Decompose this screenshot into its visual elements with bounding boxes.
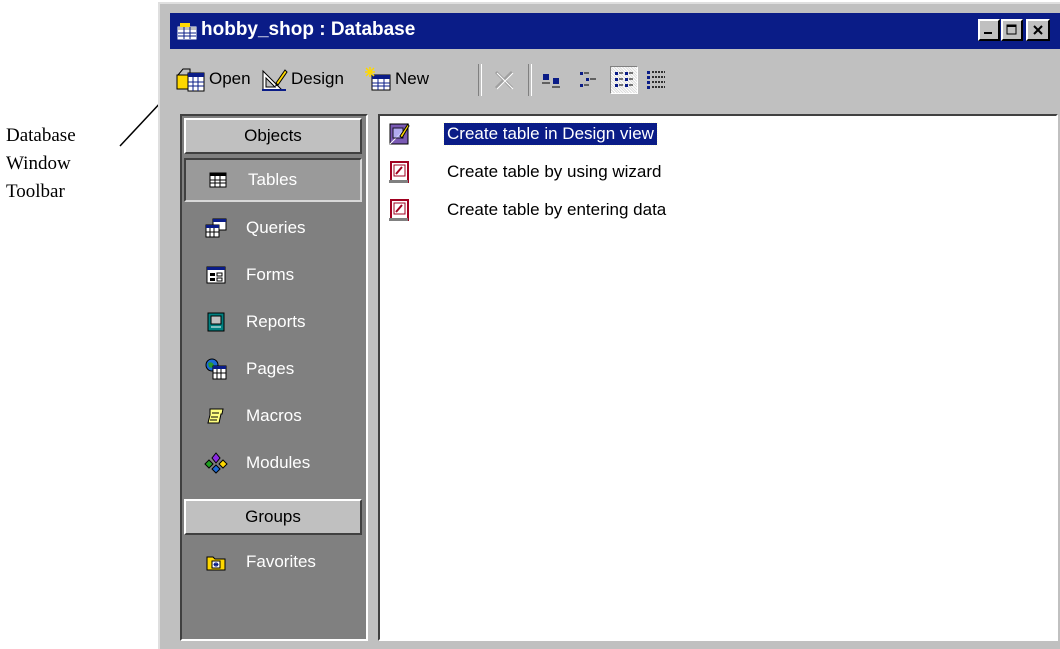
form-icon — [204, 264, 228, 286]
design-label: Design — [291, 69, 344, 88]
groups-item-label: Favorites — [246, 552, 316, 571]
report-icon — [204, 311, 228, 333]
maximize-button[interactable] — [1001, 19, 1023, 41]
database-window-icon — [177, 23, 197, 40]
list-item-entering-data[interactable]: Create table by entering data — [388, 196, 669, 224]
groups-header-button[interactable]: Groups — [184, 499, 362, 535]
annotation-line-2: Window — [6, 153, 71, 174]
list-item-label: Create table by entering data — [447, 200, 667, 219]
toolbar-separator — [478, 64, 482, 96]
large-icons-button[interactable] — [538, 66, 566, 94]
annotation-line-3: Toolbar — [6, 181, 65, 202]
objects-item-label: Tables — [248, 170, 298, 189]
title-bar[interactable]: hobby_shop : Database — [170, 13, 1060, 49]
design-view-icon — [389, 123, 410, 145]
datasheet-icon — [389, 199, 409, 221]
open-label: Open — [209, 69, 251, 88]
objects-item-label: Modules — [246, 453, 311, 472]
objects-item-label: Forms — [246, 265, 295, 284]
objects-item-label: Pages — [246, 359, 295, 378]
objects-bar: Objects Tables Queries Forms Reports Pag… — [180, 114, 368, 641]
toolbar-separator — [528, 64, 532, 96]
new-button[interactable]: New — [362, 64, 429, 94]
list-item-label: Create table by using wizard — [447, 162, 662, 181]
table-icon — [206, 169, 230, 191]
new-label: New — [395, 69, 430, 88]
list-view-button[interactable] — [610, 66, 638, 94]
objects-item-macros[interactable]: Macros — [184, 394, 362, 438]
design-button[interactable]: Design — [260, 64, 344, 94]
list-item-design-view[interactable]: Create table in Design view — [388, 120, 658, 148]
objects-item-modules[interactable]: Modules — [184, 441, 362, 485]
list-item-wizard[interactable]: Create table by using wizard — [388, 158, 665, 186]
objects-list-pane: Create table in Design view Create table… — [378, 114, 1058, 641]
large-icons-icon — [542, 74, 560, 88]
wizard-icon — [389, 161, 409, 183]
details-icon — [647, 71, 665, 89]
open-icon — [176, 68, 205, 92]
new-icon — [365, 67, 391, 91]
module-icon — [204, 452, 228, 474]
delete-icon — [494, 70, 514, 90]
list-item-label: Create table in Design view — [443, 122, 658, 146]
objects-header-button[interactable]: Objects — [184, 118, 362, 154]
database-window: hobby_shop : Database Open Design New Ob… — [158, 2, 1060, 649]
annotation-label: Database Window Toolbar — [6, 122, 116, 206]
objects-item-pages[interactable]: Pages — [184, 347, 362, 391]
minimize-icon — [984, 32, 992, 34]
objects-item-tables[interactable]: Tables — [184, 158, 362, 202]
query-icon — [204, 217, 228, 239]
objects-item-label: Queries — [246, 218, 306, 237]
list-view-icon — [615, 72, 633, 87]
groups-item-favorites[interactable]: Favorites — [184, 540, 362, 584]
design-icon — [262, 69, 288, 91]
minimize-button[interactable] — [978, 19, 1000, 41]
objects-item-reports[interactable]: Reports — [184, 300, 362, 344]
annotation-line-1: Database — [6, 125, 76, 146]
small-icons-icon — [580, 72, 596, 87]
objects-item-queries[interactable]: Queries — [184, 206, 362, 250]
open-button[interactable]: Open — [176, 64, 251, 94]
small-icons-button[interactable] — [574, 66, 602, 94]
window-title: hobby_shop : Database — [201, 19, 416, 40]
macro-icon — [204, 405, 228, 427]
close-button[interactable] — [1026, 19, 1050, 41]
maximize-icon — [1006, 24, 1017, 35]
delete-button[interactable] — [490, 66, 518, 94]
details-button[interactable] — [642, 66, 670, 94]
favorites-folder-icon — [204, 551, 228, 573]
close-icon — [1033, 25, 1043, 35]
database-window-toolbar: Open Design New — [170, 56, 1060, 106]
objects-item-label: Reports — [246, 312, 306, 331]
objects-item-forms[interactable]: Forms — [184, 253, 362, 297]
page-icon — [204, 358, 228, 380]
objects-item-label: Macros — [246, 406, 302, 425]
